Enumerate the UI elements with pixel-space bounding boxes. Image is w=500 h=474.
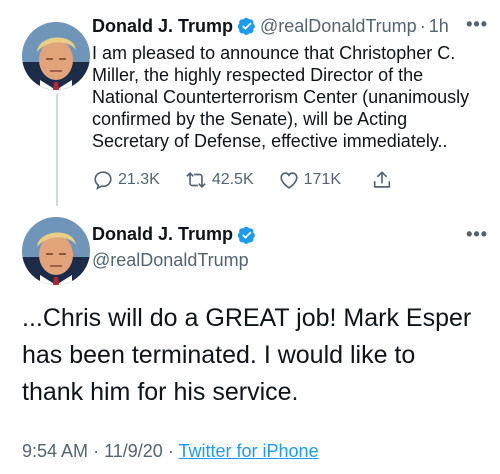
tweet-text-line: Miller, the highly respected Director of… — [92, 65, 424, 85]
verified-badge-icon — [238, 226, 255, 244]
like-count: 171K — [303, 171, 341, 188]
heart-icon — [280, 172, 298, 189]
reply-icon — [94, 171, 112, 190]
tweet-time[interactable]: 1h — [429, 16, 449, 37]
reply-count: 21.3K — [118, 171, 160, 188]
tweet-meta: 9:54 AM · 11/9/20 · Twitter for iPhone — [22, 441, 319, 462]
tweet-text-line: thank him for his service. — [22, 378, 299, 406]
tweet-source-link[interactable]: Twitter for iPhone — [179, 441, 319, 461]
header-separator: · — [419, 15, 426, 36]
tweet-text: ...Chris will do a GREAT job! Mark Esper… — [22, 300, 492, 411]
more-options-icon[interactable]: ••• — [466, 14, 488, 35]
reply-button[interactable]: 21.3K — [92, 169, 160, 191]
author-handle[interactable]: @realDonaldTrump — [92, 250, 249, 271]
profile-avatar[interactable] — [22, 22, 90, 90]
author-handle[interactable]: @realDonaldTrump — [260, 16, 417, 37]
tweet-text-line: ...Chris will do a GREAT job! Mark Esper — [22, 304, 472, 332]
tweet-text-line: National Counterterrorism Center (unanim… — [92, 87, 470, 107]
tweet-header: Donald J. Trump @realDonaldTrump · 1h — [92, 14, 486, 38]
tweet-actions: 21.3K 42.5K 171K — [92, 166, 432, 194]
author-name[interactable]: Donald J. Trump — [92, 224, 233, 245]
like-button[interactable]: 171K — [278, 169, 341, 191]
tweet-timestamp[interactable]: 9:54 AM — [22, 441, 88, 461]
tweet-text-line: confirmed by the Senate), will be Acting — [92, 109, 408, 129]
verified-badge-icon — [238, 17, 255, 35]
profile-photo — [22, 217, 90, 285]
tweet-text: I am pleased to announce that Christophe… — [92, 42, 484, 152]
meta-separator: · — [93, 441, 100, 461]
author-name[interactable]: Donald J. Trump — [92, 16, 233, 37]
profile-photo — [22, 22, 90, 90]
meta-separator: · — [167, 441, 174, 461]
tweet-header: Donald J. Trump — [92, 224, 260, 245]
retweet-icon — [186, 172, 206, 188]
share-button[interactable] — [371, 169, 397, 191]
profile-avatar[interactable] — [22, 217, 90, 285]
tweet-text-line: has been terminated. I would like to — [22, 341, 416, 369]
tweet-date[interactable]: 11/9/20 — [104, 441, 163, 461]
retweet-count: 42.5K — [211, 171, 254, 188]
retweet-button[interactable]: 42.5K — [184, 169, 254, 191]
thread-connector-line — [56, 94, 58, 206]
share-icon — [373, 171, 391, 188]
tweet-text-line: I am pleased to announce that Christophe… — [92, 43, 456, 63]
more-options-icon[interactable]: ••• — [466, 224, 488, 245]
tweet-text-line: Secretary of Defense, effective immediat… — [92, 131, 448, 151]
